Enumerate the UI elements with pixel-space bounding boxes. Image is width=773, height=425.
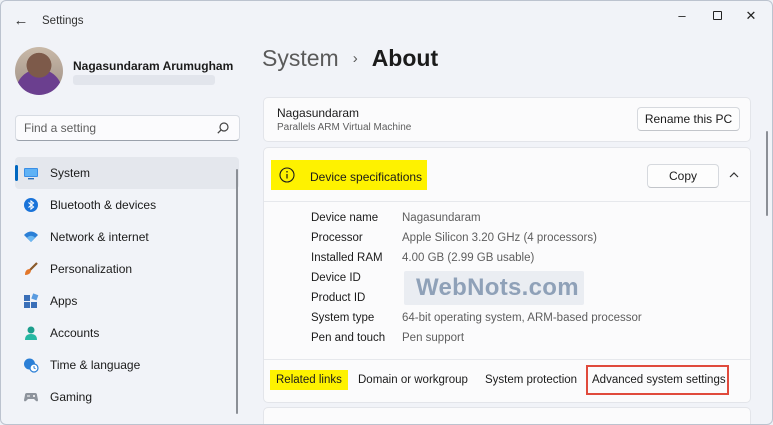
pc-name-card: Nagasundaram Parallels ARM Virtual Machi… <box>263 97 751 142</box>
sidebar-item-gaming[interactable]: Gaming <box>15 381 239 413</box>
profile-email-redacted <box>73 75 215 85</box>
sidebar-item-label: Bluetooth & devices <box>50 198 157 212</box>
pc-name: Nagasundaram <box>277 106 360 120</box>
search-input[interactable] <box>24 121 214 135</box>
close-icon: ✕ <box>745 8 757 23</box>
maximize-button[interactable] <box>705 9 729 23</box>
spec-label: Device name <box>311 212 379 224</box>
system-protection-link[interactable]: System protection <box>485 374 577 386</box>
spec-label: System type <box>311 312 375 324</box>
sidebar-item-label: Personalization <box>50 262 133 276</box>
spec-label: Device ID <box>311 272 361 284</box>
monitor-icon <box>24 168 38 180</box>
sidebar-item-apps[interactable]: Apps <box>15 285 239 317</box>
bluetooth-icon <box>24 198 38 212</box>
watermark: WebNots.com <box>404 271 584 305</box>
sidebar-item-label: System <box>50 166 91 180</box>
advanced-system-settings-link[interactable]: Advanced system settings <box>592 374 726 386</box>
active-indicator <box>15 165 18 181</box>
person-icon <box>25 326 37 340</box>
breadcrumb: System › About <box>262 45 438 79</box>
rename-pc-button[interactable]: Rename this PC <box>637 107 740 131</box>
title-bar: ← Settings – ✕ <box>1 1 772 41</box>
spec-value[interactable]: 64-bit operating system, ARM-based proce… <box>402 312 642 324</box>
sidebar-item-label: Accounts <box>50 326 100 340</box>
spec-value[interactable]: 4.00 GB (2.99 GB usable) <box>402 252 534 264</box>
sidebar-item-personalization[interactable]: Personalization <box>15 253 239 285</box>
back-button[interactable]: ← <box>11 11 31 31</box>
breadcrumb-parent[interactable]: System <box>262 45 339 71</box>
avatar[interactable] <box>15 47 63 95</box>
pc-model: Parallels ARM Virtual Machine <box>277 122 412 133</box>
spec-value[interactable]: Nagasundaram <box>402 212 481 224</box>
page-title: About <box>371 45 439 71</box>
spec-label: Installed RAM <box>311 252 383 264</box>
next-section-card <box>263 407 751 424</box>
apps-icon <box>24 293 39 308</box>
related-links-bar: Related links Domain or workgroup System… <box>264 359 750 404</box>
gamepad-icon <box>24 393 38 402</box>
brush-icon <box>25 262 38 275</box>
device-specifications-header[interactable]: Device specifications Copy <box>264 148 750 202</box>
wifi-icon <box>24 231 38 242</box>
sidebar-nav: System Bluetooth & devices Network & int… <box>15 157 239 413</box>
sidebar-scrollbar[interactable] <box>236 169 238 414</box>
watermark-text: WebNots.com <box>416 274 579 301</box>
copy-button[interactable]: Copy <box>647 164 719 188</box>
device-specifications-title: Device specifications <box>310 170 423 184</box>
sidebar-item-label: Apps <box>50 294 78 308</box>
arrow-left-icon: ← <box>13 12 29 29</box>
spec-label: Product ID <box>311 292 366 304</box>
chevron-up-icon[interactable] <box>727 168 741 182</box>
clock-globe-icon <box>24 358 39 373</box>
spec-value[interactable]: Apple Silicon 3.20 GHz (4 processors) <box>402 232 597 244</box>
device-specifications-card: Device specifications Copy Device name N… <box>263 147 751 403</box>
spec-value[interactable]: Pen support <box>402 332 464 344</box>
minimize-icon: – <box>678 8 686 23</box>
profile-name: Nagasundaram Arumugham <box>73 59 234 73</box>
sidebar-item-bluetooth[interactable]: Bluetooth & devices <box>15 189 239 221</box>
sidebar-item-system[interactable]: System <box>15 157 239 189</box>
sidebar-item-time-language[interactable]: Time & language <box>15 349 239 381</box>
close-button[interactable]: ✕ <box>739 9 763 23</box>
sidebar-item-network[interactable]: Network & internet <box>15 221 239 253</box>
search-box <box>15 115 240 141</box>
info-icon <box>279 167 295 183</box>
sidebar-item-label: Network & internet <box>50 230 149 244</box>
spec-label: Processor <box>311 232 363 244</box>
minimize-button[interactable]: – <box>670 9 694 23</box>
domain-workgroup-link[interactable]: Domain or workgroup <box>358 374 468 386</box>
sidebar-item-label: Gaming <box>50 390 93 404</box>
chevron-right-icon: › <box>352 50 358 67</box>
related-links-label: Related links <box>270 370 348 390</box>
search-icon[interactable] <box>216 121 230 135</box>
maximize-icon <box>712 11 722 20</box>
sidebar-item-label: Time & language <box>50 358 141 372</box>
main-scrollbar[interactable] <box>766 131 768 216</box>
spec-label: Pen and touch <box>311 332 386 344</box>
app-title: Settings <box>42 15 84 27</box>
settings-window: ← Settings – ✕ Nagasundaram Arumugham Fi… <box>0 0 773 425</box>
sidebar-item-accounts[interactable]: Accounts <box>15 317 239 349</box>
